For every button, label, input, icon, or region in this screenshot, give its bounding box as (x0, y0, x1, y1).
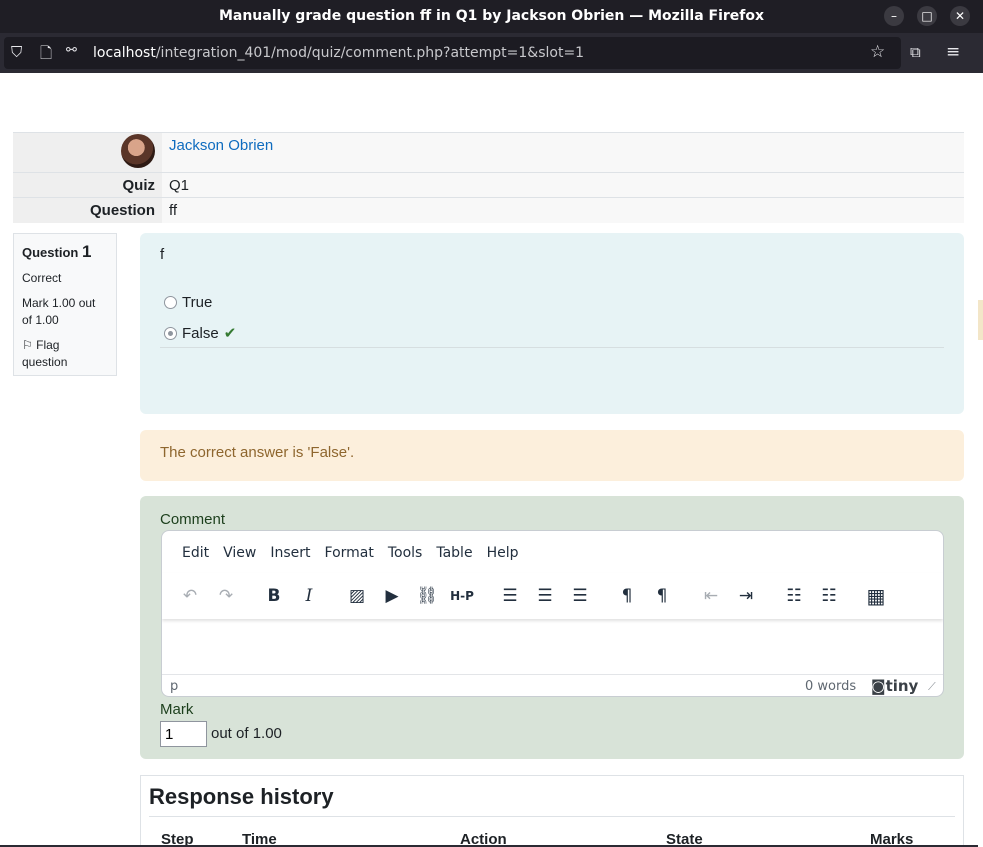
align-left-icon[interactable]: ☰ (496, 583, 524, 609)
flag-question-link[interactable]: ⚐ Flag question (22, 337, 108, 371)
correct-answer-feedback: The correct answer is 'False'. (140, 430, 964, 481)
outdent-icon[interactable]: ⇤ (697, 583, 725, 609)
window-titlebar: Manually grade question ff in Q1 by Jack… (0, 0, 983, 33)
comment-editor[interactable]: Edit View Insert Format Tools Table Help… (161, 530, 944, 697)
align-center-icon[interactable]: ☰ (531, 583, 559, 609)
divider (160, 347, 944, 348)
link-icon[interactable]: ⛓ (413, 583, 441, 609)
user-link[interactable]: Jackson Obrien (169, 137, 273, 154)
menu-icon[interactable]: ≡ (946, 42, 960, 62)
extensions-icon[interactable]: ⧉ (910, 43, 921, 61)
permissions-icon[interactable]: ⚯ (66, 43, 77, 58)
table-icon[interactable]: ▦ (862, 583, 890, 609)
quiz-label: Quiz (13, 172, 162, 198)
url-text[interactable]: localhost/integration_401/mod/quiz/comme… (93, 45, 584, 61)
radio-false[interactable] (164, 326, 177, 340)
option-true[interactable]: True (164, 294, 212, 311)
minimize-button[interactable]: – (884, 6, 904, 26)
close-window-button[interactable]: ✕ (950, 6, 970, 26)
column-time: Time (242, 831, 277, 845)
question-formulation: f True False ✔ (140, 233, 964, 414)
mark-input[interactable] (160, 721, 207, 747)
word-count[interactable]: 0 words (805, 679, 856, 694)
question-number: Question 1 (22, 242, 92, 261)
align-right-icon[interactable]: ☰ (566, 583, 594, 609)
user-avatar-cell (13, 132, 162, 173)
page-icon: 🗋 (40, 44, 53, 62)
shield-icon[interactable]: ⛉ (11, 43, 22, 61)
maximize-button[interactable]: □ (917, 6, 937, 26)
question-label: Question (13, 197, 162, 223)
redo-icon[interactable]: ↷ (212, 583, 240, 609)
comment-label: Comment (160, 511, 226, 528)
question-state: Correct (22, 271, 62, 285)
undo-icon[interactable]: ↶ (176, 583, 204, 609)
mark-out-of: out of 1.00 (211, 725, 282, 742)
question-mark: Mark 1.00 out of 1.00 (22, 296, 96, 327)
menu-edit[interactable]: Edit (182, 545, 209, 561)
ltr-icon[interactable]: ¶ (613, 583, 641, 609)
flag-icon: ⚐ (22, 338, 33, 352)
correct-check-icon: ✔ (223, 325, 237, 342)
column-state: State (666, 831, 703, 845)
option-false[interactable]: False ✔ (164, 324, 236, 342)
response-history-title: Response history (149, 784, 334, 809)
menu-table[interactable]: Table (436, 545, 472, 561)
bookmark-star-icon[interactable]: ☆ (870, 42, 885, 62)
bold-icon[interactable]: B (260, 583, 288, 609)
avatar[interactable] (121, 134, 155, 168)
page-content: Jackson Obrien Quiz Q1 Question ff Quest… (0, 73, 978, 845)
numbered-list-icon[interactable]: ☷ (815, 583, 843, 609)
attempt-info-table: Jackson Obrien Quiz Q1 Question ff (13, 132, 964, 223)
bullet-list-icon[interactable]: ☷ (780, 583, 808, 609)
tiny-logo-icon: ◙ (871, 677, 886, 695)
comment-section: Comment Edit View Insert Format Tools Ta… (140, 496, 964, 759)
menu-tools[interactable]: Tools (388, 545, 423, 561)
media-icon[interactable]: ▶ (378, 583, 406, 609)
rtl-icon[interactable]: ¶ (648, 583, 676, 609)
element-path[interactable]: p (170, 679, 178, 694)
editor-menubar: Edit View Insert Format Tools Table Help (182, 545, 518, 561)
question-info-box: Question 1 Correct Mark 1.00 out of 1.00… (13, 233, 117, 376)
question-value: ff (162, 197, 964, 223)
menu-help[interactable]: Help (487, 545, 519, 561)
menu-format[interactable]: Format (325, 545, 374, 561)
scrollbar-track[interactable] (978, 73, 983, 847)
h5p-icon[interactable]: H-P (448, 583, 476, 609)
column-marks: Marks (870, 831, 914, 845)
image-icon[interactable]: ▨ (343, 583, 371, 609)
quiz-value: Q1 (162, 172, 964, 198)
resize-handle-icon[interactable]: ⟋ (928, 680, 936, 694)
window-title: Manually grade question ff in Q1 by Jack… (218, 8, 765, 24)
scrollbar-thumb[interactable] (978, 300, 983, 340)
url-bar[interactable]: ⛉ 🗋 ⚯ localhost/integration_401/mod/quiz… (4, 37, 901, 69)
mark-label: Mark (160, 701, 194, 718)
editor-statusbar: p 0 words ◙tiny ⟋ (162, 674, 943, 696)
browser-navbar: ⛉ 🗋 ⚯ localhost/integration_401/mod/quiz… (0, 33, 983, 73)
column-step: Step (161, 831, 194, 845)
divider (149, 816, 955, 817)
column-action: Action (460, 831, 507, 845)
radio-true[interactable] (164, 296, 177, 309)
tiny-logo[interactable]: ◙tiny (871, 677, 918, 695)
question-text: f (160, 246, 165, 263)
editor-toolbar: ↶ ↷ B I ▨ ▶ ⛓ H-P ☰ ☰ ☰ ¶ ¶ ⇤ ⇥ ☷ ☷ ▦ (162, 573, 943, 619)
menu-insert[interactable]: Insert (270, 545, 310, 561)
indent-icon[interactable]: ⇥ (732, 583, 760, 609)
response-history: Response history Step Time Action State … (140, 775, 964, 845)
menu-view[interactable]: View (223, 545, 256, 561)
italic-icon[interactable]: I (295, 583, 323, 609)
